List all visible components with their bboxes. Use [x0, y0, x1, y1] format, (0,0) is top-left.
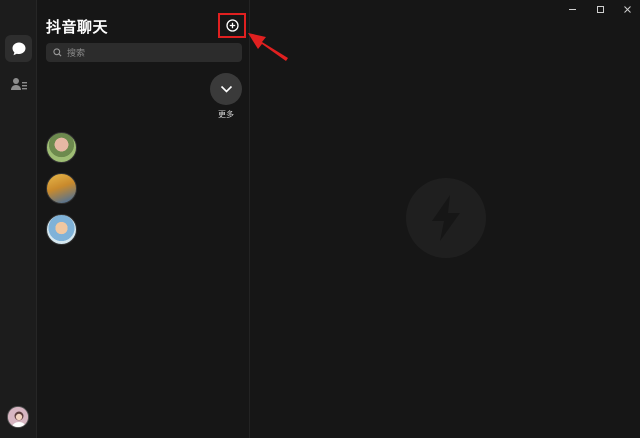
search-placeholder: 搜索: [67, 49, 86, 59]
contact-avatar[interactable]: [46, 173, 77, 204]
user-avatar[interactable]: [7, 406, 29, 428]
lightning-bolt-icon: [432, 195, 460, 241]
search-icon: [53, 48, 62, 57]
contacts-icon: [10, 77, 27, 90]
chat-bubble-icon: [12, 42, 25, 55]
page-title: 抖音聊天: [46, 18, 109, 36]
contact-avatar[interactable]: [46, 214, 77, 245]
chevron-down-icon: [220, 85, 232, 93]
minimize-button[interactable]: [563, 2, 581, 16]
nav-rail: [0, 0, 37, 438]
nav-item-messages[interactable]: [5, 35, 32, 62]
more-button[interactable]: [210, 73, 242, 105]
new-chat-button[interactable]: [218, 13, 246, 38]
maximize-icon: [596, 5, 604, 13]
minimize-icon: [568, 8, 576, 10]
chat-main-pane: [251, 0, 640, 438]
more-label: 更多: [218, 110, 234, 119]
maximize-button[interactable]: [591, 2, 609, 16]
plus-circle-icon: [225, 19, 239, 32]
close-icon: [623, 5, 631, 13]
search-input[interactable]: 搜索: [46, 43, 242, 62]
contact-avatar[interactable]: [46, 132, 77, 163]
close-window-button[interactable]: [618, 2, 636, 16]
empty-state-logo: [406, 178, 486, 258]
user-avatar-image: [8, 407, 28, 427]
conversation-sidebar: 抖音聊天 搜索 更多: [37, 0, 250, 438]
nav-item-contacts[interactable]: [5, 70, 32, 97]
